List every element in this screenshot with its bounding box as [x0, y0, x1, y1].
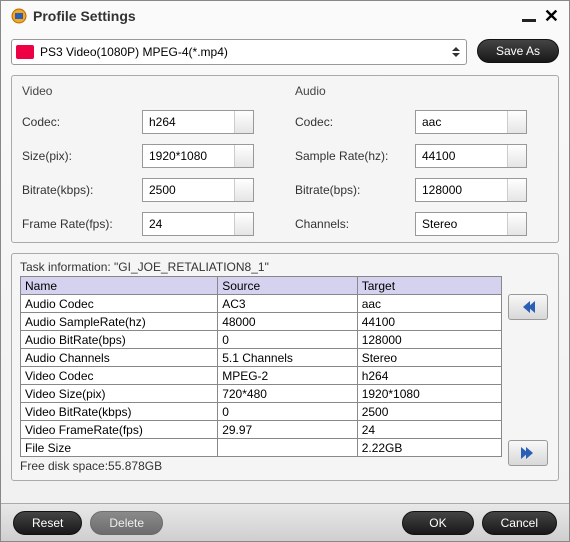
- cell-name: Video Size(pix): [21, 385, 218, 403]
- cell-source: 5.1 Channels: [218, 349, 357, 367]
- video-codec-combo[interactable]: h264: [142, 110, 254, 134]
- table-row: Video CodecMPEG-2h264: [21, 367, 502, 385]
- cell-source: 29.97: [218, 421, 357, 439]
- rewind-icon: [523, 301, 533, 313]
- cell-name: Audio Codec: [21, 295, 218, 313]
- video-framerate-label: Frame Rate(fps):: [22, 217, 142, 231]
- table-header-row: Name Source Target: [21, 277, 502, 295]
- task-panel: Task information: "GI_JOE_RETALIATION8_1…: [11, 253, 559, 481]
- video-bitrate-combo[interactable]: 2500: [142, 178, 254, 202]
- video-size-label: Size(pix):: [22, 149, 142, 163]
- format-icon: [16, 45, 34, 59]
- profile-spin-buttons[interactable]: [450, 46, 462, 58]
- free-disk-space: Free disk space:55.878GB: [20, 459, 502, 473]
- video-section-title: Video: [22, 84, 275, 98]
- cell-target: 128000: [357, 331, 501, 349]
- video-bitrate-label: Bitrate(kbps):: [22, 183, 142, 197]
- cell-target: 1920*1080: [357, 385, 501, 403]
- col-target: Target: [357, 277, 501, 295]
- audio-codec-combo[interactable]: aac: [415, 110, 527, 134]
- settings-panel: Video Codec: h264 Size(pix): 1920*1080 B…: [11, 75, 559, 243]
- table-row: Video FrameRate(fps)29.9724: [21, 421, 502, 439]
- audio-samplerate-label: Sample Rate(hz):: [295, 149, 415, 163]
- delete-button[interactable]: Delete: [90, 511, 163, 535]
- save-as-button[interactable]: Save As: [477, 39, 559, 63]
- cell-source: 0: [218, 403, 357, 421]
- audio-samplerate-combo[interactable]: 44100: [415, 144, 527, 168]
- cell-name: Audio SampleRate(hz): [21, 313, 218, 331]
- table-row: Audio CodecAC3aac: [21, 295, 502, 313]
- cell-target: h264: [357, 367, 501, 385]
- cell-source: 0: [218, 331, 357, 349]
- cell-source: AC3: [218, 295, 357, 313]
- audio-section-title: Audio: [295, 84, 548, 98]
- table-row: Audio Channels5.1 ChannelsStereo: [21, 349, 502, 367]
- cell-target: 44100: [357, 313, 501, 331]
- prev-task-button[interactable]: [508, 294, 548, 320]
- audio-channels-combo[interactable]: Stereo: [415, 212, 527, 236]
- close-button[interactable]: ✕: [544, 9, 559, 23]
- forward-icon: [523, 447, 533, 459]
- video-column: Video Codec: h264 Size(pix): 1920*1080 B…: [22, 84, 275, 236]
- audio-bitrate-combo[interactable]: 128000: [415, 178, 527, 202]
- cell-target: 2.22GB: [357, 439, 501, 457]
- cell-name: Video BitRate(kbps): [21, 403, 218, 421]
- profile-settings-dialog: Profile Settings ✕ PS3 Video(1080P) MPEG…: [0, 0, 570, 542]
- cell-target: 2500: [357, 403, 501, 421]
- video-codec-label: Codec:: [22, 115, 142, 129]
- col-name: Name: [21, 277, 218, 295]
- titlebar: Profile Settings ✕: [1, 1, 569, 31]
- audio-channels-label: Channels:: [295, 217, 415, 231]
- cell-target: Stereo: [357, 349, 501, 367]
- minimize-button[interactable]: [522, 19, 536, 22]
- cell-name: Audio Channels: [21, 349, 218, 367]
- table-row: Video BitRate(kbps)02500: [21, 403, 502, 421]
- app-icon: [11, 8, 27, 24]
- cancel-button[interactable]: Cancel: [482, 511, 557, 535]
- video-framerate-combo[interactable]: 24: [142, 212, 254, 236]
- cell-name: Video FrameRate(fps): [21, 421, 218, 439]
- table-row: Audio SampleRate(hz)4800044100: [21, 313, 502, 331]
- table-row: File Size 2.22GB: [21, 439, 502, 457]
- task-info-table: Name Source Target Audio CodecAC3aacAudi…: [20, 276, 502, 457]
- table-row: Video Size(pix)720*4801920*1080: [21, 385, 502, 403]
- cell-source: MPEG-2: [218, 367, 357, 385]
- cell-target: 24: [357, 421, 501, 439]
- audio-column: Audio Codec: aac Sample Rate(hz): 44100 …: [295, 84, 548, 236]
- audio-codec-label: Codec:: [295, 115, 415, 129]
- cell-source: 720*480: [218, 385, 357, 403]
- cell-name: File Size: [21, 439, 218, 457]
- cell-target: aac: [357, 295, 501, 313]
- col-source: Source: [218, 277, 357, 295]
- next-task-button[interactable]: [508, 440, 548, 466]
- dialog-title: Profile Settings: [33, 8, 514, 24]
- table-row: Audio BitRate(bps)0128000: [21, 331, 502, 349]
- profile-select-value: PS3 Video(1080P) MPEG-4(*.mp4): [40, 45, 228, 59]
- cell-source: [218, 439, 357, 457]
- cell-name: Video Codec: [21, 367, 218, 385]
- audio-bitrate-label: Bitrate(bps):: [295, 183, 415, 197]
- dialog-footer: Reset Delete OK Cancel: [1, 503, 569, 541]
- ok-button[interactable]: OK: [402, 511, 473, 535]
- profile-select[interactable]: PS3 Video(1080P) MPEG-4(*.mp4): [11, 39, 467, 65]
- dialog-body: PS3 Video(1080P) MPEG-4(*.mp4) Save As V…: [1, 31, 569, 489]
- cell-name: Audio BitRate(bps): [21, 331, 218, 349]
- cell-source: 48000: [218, 313, 357, 331]
- video-size-combo[interactable]: 1920*1080: [142, 144, 254, 168]
- reset-button[interactable]: Reset: [13, 511, 82, 535]
- task-info-title: Task information: "GI_JOE_RETALIATION8_1…: [20, 260, 502, 274]
